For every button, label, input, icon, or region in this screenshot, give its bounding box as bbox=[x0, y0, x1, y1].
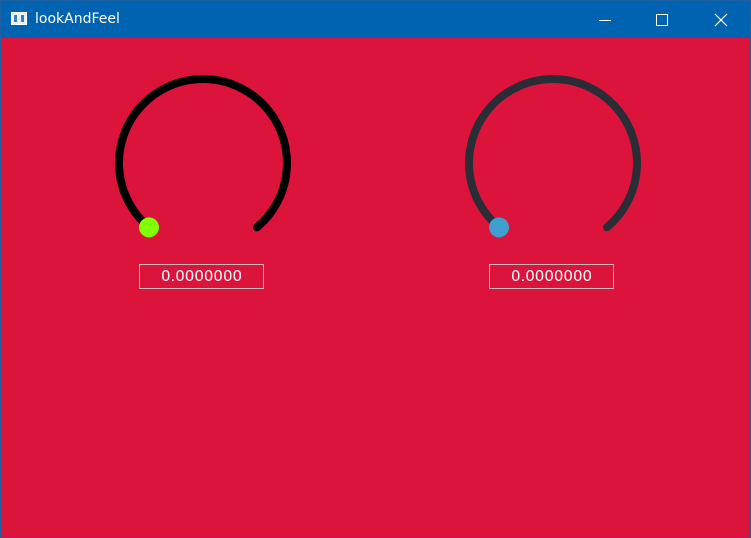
close-icon bbox=[714, 13, 728, 26]
dial-track bbox=[465, 75, 641, 232]
value-textbox-left[interactable]: 0.0000000 bbox=[139, 264, 264, 289]
maximize-icon bbox=[656, 13, 668, 26]
close-button[interactable] bbox=[698, 1, 744, 38]
maximize-button[interactable] bbox=[639, 1, 685, 38]
app-window-icon bbox=[11, 12, 27, 25]
dial-thumb[interactable] bbox=[489, 217, 510, 238]
minimize-icon bbox=[599, 19, 611, 21]
minimize-button[interactable] bbox=[582, 1, 628, 38]
title-bar[interactable]: lookAndFeel bbox=[1, 1, 750, 38]
app-window: lookAndFeel 0.0000000 0.0000000 bbox=[0, 0, 751, 538]
dial-track bbox=[115, 75, 291, 232]
rotary-slider-right[interactable] bbox=[461, 71, 645, 251]
value-textbox-right[interactable]: 0.0000000 bbox=[489, 264, 614, 289]
rotary-slider-left[interactable] bbox=[111, 71, 295, 251]
dial-thumb[interactable] bbox=[139, 217, 160, 238]
window-title: lookAndFeel bbox=[35, 11, 120, 27]
